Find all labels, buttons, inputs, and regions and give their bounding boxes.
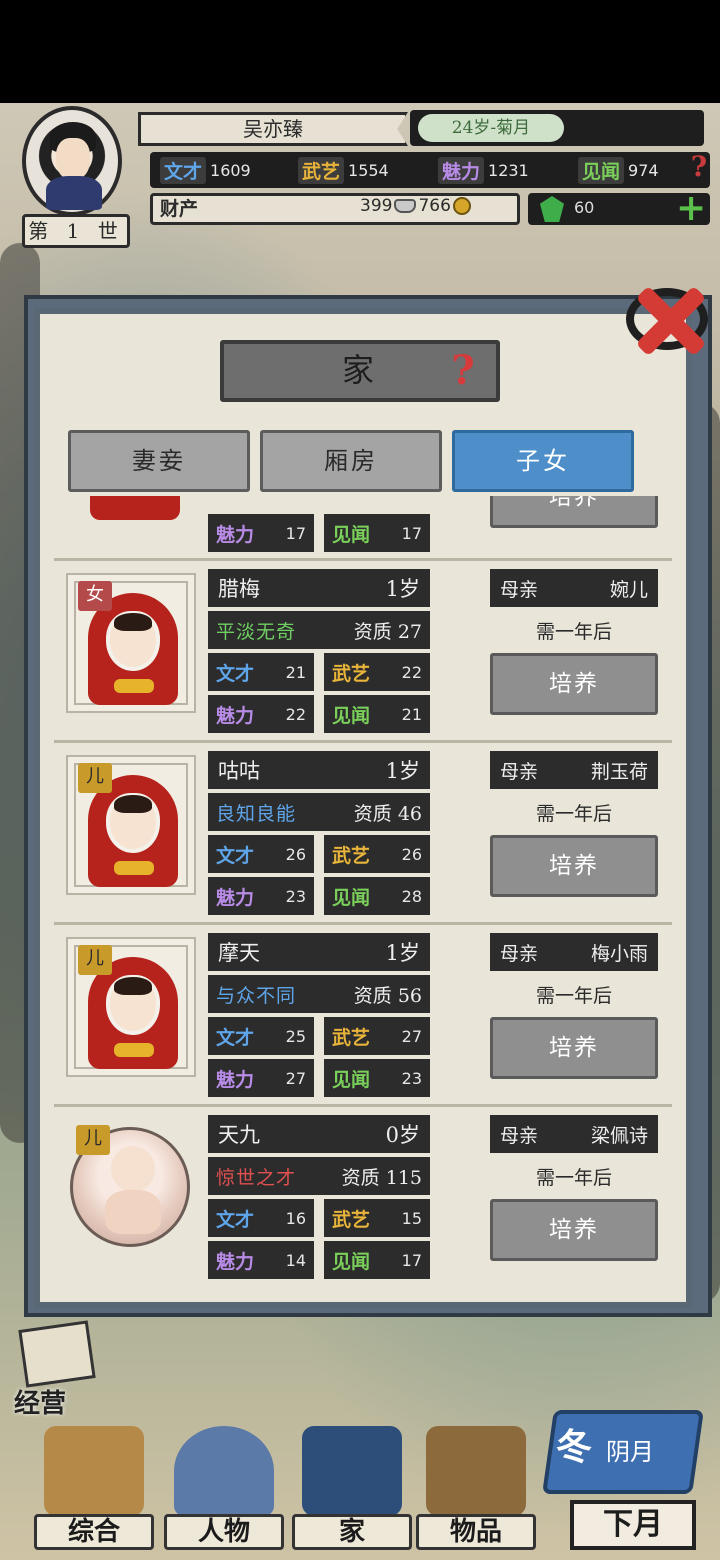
child-aptitude: 115 (385, 1166, 422, 1189)
partial-child-row: 魅力 17 见闻 17 培养 (54, 496, 672, 558)
child-talent: 与众不同 (216, 984, 297, 1007)
train-button-partial[interactable]: 培养 (490, 496, 658, 528)
generation-label: 第 1 世 (22, 214, 130, 248)
child-portrait: 儿 (66, 1119, 196, 1259)
nav-overview[interactable]: 综合 (34, 1420, 154, 1550)
child-row[interactable]: 女 腊梅 1岁 平淡无奇 资质 27 文才 21 武艺 22 魅力 22 见闻 21 母亲婉… (54, 558, 672, 734)
month-label: 阴月 (606, 1438, 654, 1466)
child-age: 1岁 (385, 759, 420, 783)
child-talent: 惊世之才 (216, 1166, 297, 1189)
child-mother: 梁佩诗 (590, 1124, 648, 1147)
copper-coin-icon (452, 197, 471, 215)
modal-help-icon[interactable]: ? (446, 346, 480, 396)
child-row[interactable]: 儿 天九 0岁 惊世之才 资质 115 文才 16 武艺 15 魅力 14 见闻 17 母亲… (54, 1104, 672, 1280)
child-portrait: 儿 (66, 755, 196, 895)
train-wait: 需一年后 (535, 1167, 612, 1189)
child-age: 1岁 (385, 941, 420, 965)
train-button[interactable]: 培养 (490, 1017, 658, 1079)
tab-children[interactable]: 子女 (452, 430, 634, 492)
child-aptitude: 46 (397, 802, 422, 825)
season-char: 冬 (556, 1426, 593, 1468)
scroll-gourd-icon (426, 1426, 526, 1516)
player-avatar[interactable] (22, 106, 122, 216)
person-icon (174, 1426, 274, 1516)
nav-items[interactable]: 物品 (416, 1420, 536, 1550)
child-name: 腊梅 (218, 577, 260, 601)
silver-ingot-icon (394, 199, 417, 213)
assets-label: 财产 (160, 198, 199, 220)
silver-value: 399 (360, 196, 393, 216)
child-aptitude: 27 (397, 620, 422, 643)
train-wait: 需一年后 (535, 803, 612, 825)
stat-wuyi: 武艺 1554 (298, 154, 389, 186)
gender-badge: 儿 (78, 945, 112, 975)
next-month-label: 下月 (570, 1500, 696, 1550)
child-row[interactable]: 儿 咕咕 1岁 良知良能 资质 46 文才 26 武艺 26 魅力 23 见闻 28 母亲荆… (54, 740, 672, 916)
child-portrait: 儿 (66, 937, 196, 1077)
children-list: 女 腊梅 1岁 平淡无奇 资质 27 文才 21 武艺 22 魅力 22 见闻 21 母亲婉… (54, 558, 672, 1288)
train-button[interactable]: 培养 (490, 653, 658, 715)
close-icon[interactable] (626, 276, 712, 362)
stats-help-icon[interactable]: ? (684, 150, 714, 186)
gender-badge: 儿 (76, 1125, 110, 1155)
copper-value: 766 (418, 196, 451, 216)
jade-value: 60 (574, 198, 595, 217)
tab-wives[interactable]: 妻妾 (68, 430, 250, 492)
child-mother: 梅小雨 (590, 942, 648, 965)
child-portrait: 女 (66, 573, 196, 713)
child-talent: 平淡无奇 (216, 620, 297, 643)
child-age: 0岁 (385, 1123, 420, 1147)
stat-wencai: 文才 1609 (160, 154, 251, 186)
tab-chambers[interactable]: 厢房 (260, 430, 442, 492)
child-name: 摩天 (218, 941, 260, 965)
child-age: 1岁 (385, 577, 420, 601)
nav-character[interactable]: 人物 (164, 1420, 284, 1550)
train-wait: 需一年后 (535, 621, 612, 643)
chest-icon (44, 1426, 144, 1516)
house-icon (302, 1426, 402, 1516)
stat-jianwen: 见闻 974 (578, 154, 659, 186)
player-name: 吴亦臻 (138, 112, 408, 146)
child-row[interactable]: 儿 摩天 1岁 与众不同 资质 56 文才 25 武艺 27 魅力 27 见闻 23 母亲梅… (54, 922, 672, 1098)
scroll-icon (18, 1320, 96, 1388)
child-aptitude: 56 (397, 984, 422, 1007)
child-mother: 婉儿 (609, 578, 648, 601)
child-mother: 荆玉荷 (590, 760, 648, 783)
next-month-button[interactable]: 冬 阴月 下月 (542, 1410, 706, 1556)
child-talent: 良知良能 (216, 802, 297, 825)
train-button[interactable]: 培养 (490, 1199, 658, 1261)
gender-badge: 女 (78, 581, 112, 611)
gender-badge: 儿 (78, 763, 112, 793)
nav-home[interactable]: 家 (292, 1420, 412, 1550)
train-button[interactable]: 培养 (490, 835, 658, 897)
child-name: 咕咕 (218, 759, 260, 783)
train-wait: 需一年后 (535, 985, 612, 1007)
stat-meili: 魅力 1231 (438, 154, 529, 186)
add-jade-icon[interactable]: + (676, 190, 706, 226)
nav-manage[interactable]: 经营 (14, 1320, 106, 1419)
player-age-month: 24岁-菊月 (418, 114, 564, 142)
assets-values: 399 766 (360, 196, 471, 216)
child-name: 天九 (218, 1123, 260, 1147)
